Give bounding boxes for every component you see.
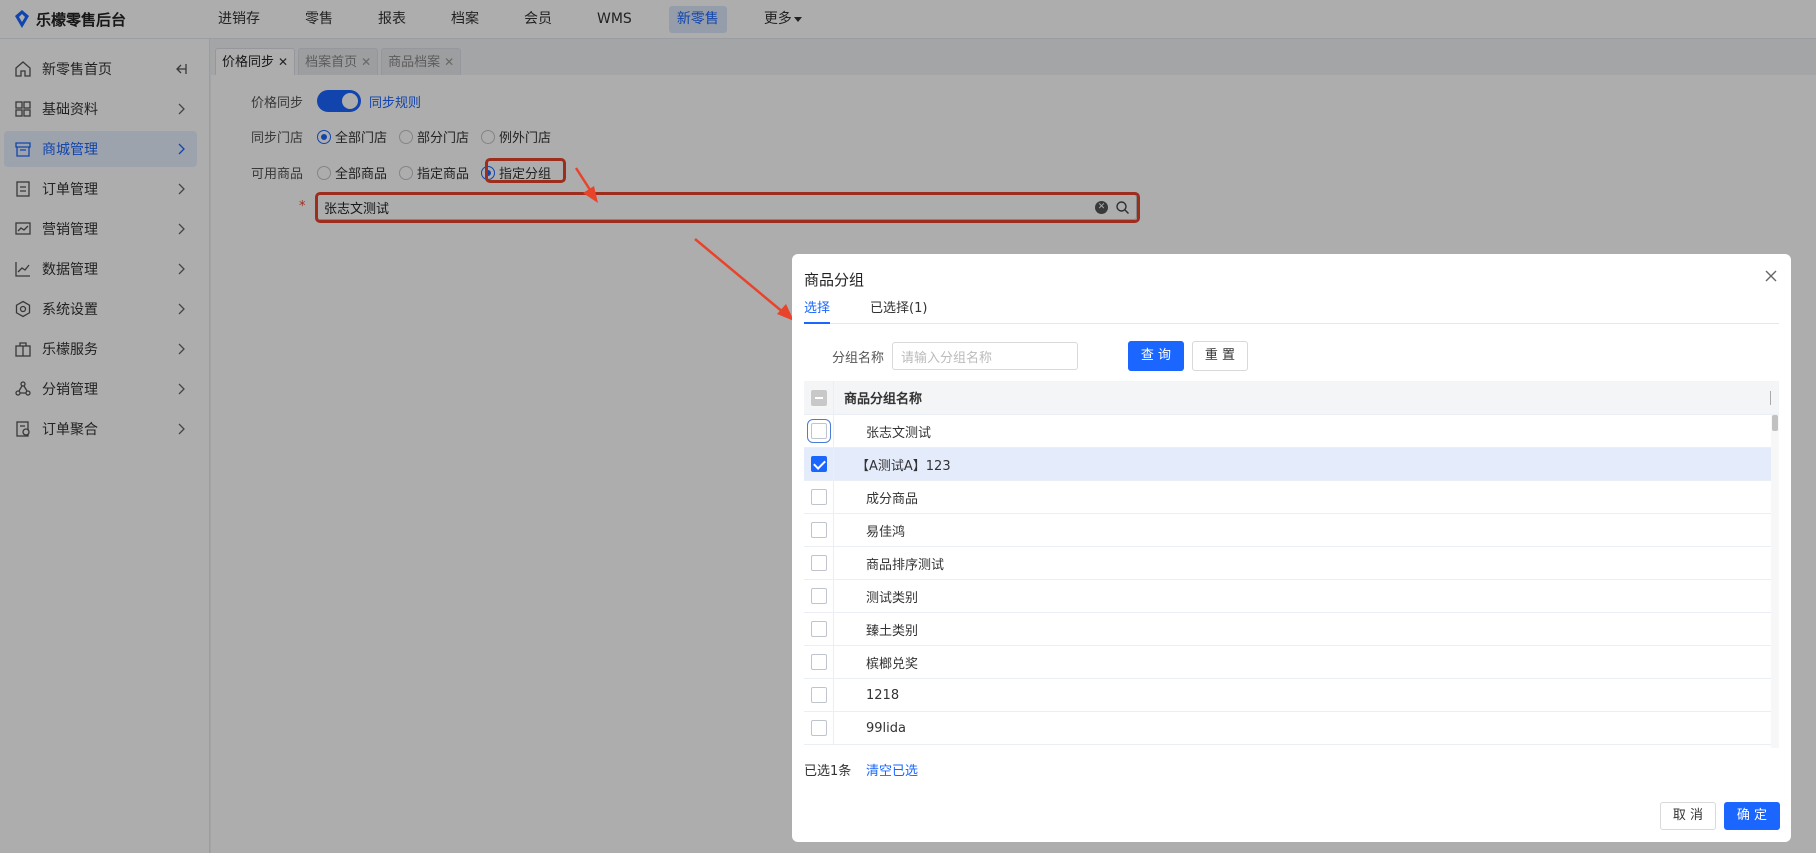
table-row[interactable]: 1218 (804, 678, 1779, 712)
row-check-cell (804, 678, 834, 712)
row-group-name: 槟榔兑奖 (866, 656, 919, 672)
scrollbar-thumb[interactable] (1772, 415, 1778, 431)
row-group-name: 99lida (866, 720, 906, 736)
table-row[interactable]: 张志文测试 (804, 414, 1779, 448)
row-checkbox[interactable] (810, 555, 827, 571)
row-group-name: 成分商品 (866, 491, 919, 507)
query-button[interactable]: 查 询 (1128, 341, 1184, 371)
row-group-name: 1218 (866, 687, 900, 703)
row-check-cell (804, 546, 834, 580)
row-group-name: 易佳鸿 (866, 524, 906, 540)
table-row[interactable]: 槟榔兑奖 (804, 645, 1779, 679)
row-group-name: 张志文测试 (866, 425, 932, 441)
dialog-tabs: 选择 已选择(1) (804, 294, 1779, 324)
table-scrollbar[interactable] (1771, 415, 1779, 748)
row-group-name: 臻土类别 (866, 623, 919, 639)
row-checkbox[interactable] (810, 720, 827, 736)
selected-count: 已选1条 (804, 764, 852, 779)
row-checkbox[interactable] (810, 687, 827, 703)
row-check-cell (804, 579, 834, 613)
row-check-cell (804, 414, 834, 448)
group-name-input[interactable]: 请输入分组名称 (892, 342, 1079, 370)
table-header: 商品分组名称 (804, 381, 1779, 415)
row-group-name: 【A测试A】123 (856, 458, 951, 474)
product-group-dialog: 商品分组 选择 已选择(1) 分组名称 请输入分组名称 查 询 重 置 商品分组… (792, 254, 1791, 842)
reset-button[interactable]: 重 置 (1192, 341, 1248, 371)
input-placeholder: 请输入分组名称 (901, 350, 993, 366)
close-icon[interactable] (1763, 268, 1779, 284)
row-check-cell (804, 513, 834, 547)
table-row[interactable]: 易佳鸿 (804, 513, 1779, 547)
table-row[interactable]: 臻土类别 (804, 612, 1779, 646)
table-row[interactable]: 99lida (804, 711, 1779, 745)
row-check-cell (804, 645, 834, 679)
table-row[interactable]: 测试类别 (804, 579, 1779, 613)
row-check-cell (804, 711, 834, 745)
row-checkbox[interactable] (810, 522, 827, 538)
row-group-name: 商品排序测试 (866, 557, 945, 573)
select-all-cell (804, 381, 834, 415)
table-row[interactable]: 商品排序测试 (804, 546, 1779, 580)
table-row[interactable]: 成分商品 (804, 480, 1779, 514)
column-resize-handle[interactable] (1770, 390, 1771, 405)
confirm-button[interactable]: 确 定 (1724, 802, 1780, 830)
row-check-cell (804, 447, 834, 481)
row-checkbox[interactable] (810, 654, 827, 670)
select-all-checkbox[interactable] (810, 389, 827, 406)
tab-select[interactable]: 选择 (804, 294, 831, 324)
group-name-filter: 分组名称 请输入分组名称 (832, 342, 1079, 370)
clear-selection-link[interactable]: 清空已选 (866, 760, 918, 779)
row-checkbox[interactable] (810, 456, 827, 472)
column-header-group-name: 商品分组名称 (844, 392, 923, 407)
tab-selected[interactable]: 已选择(1) (870, 294, 927, 324)
group-table: 商品分组名称 张志文测试 【A测试A】123 成分商品 易佳鸿 商品排序测试 测… (804, 381, 1779, 748)
row-check-cell (804, 480, 834, 514)
row-checkbox[interactable] (810, 621, 827, 637)
row-check-cell (804, 612, 834, 646)
row-checkbox[interactable] (810, 489, 827, 505)
row-checkbox[interactable] (810, 588, 827, 604)
cancel-button[interactable]: 取 消 (1660, 802, 1716, 830)
row-checkbox[interactable] (806, 419, 831, 443)
table-row[interactable]: 【A测试A】123 (804, 447, 1779, 481)
row-group-name: 测试类别 (866, 590, 919, 606)
dialog-title: 商品分组 (804, 271, 865, 289)
filter-label: 分组名称 (832, 350, 885, 366)
